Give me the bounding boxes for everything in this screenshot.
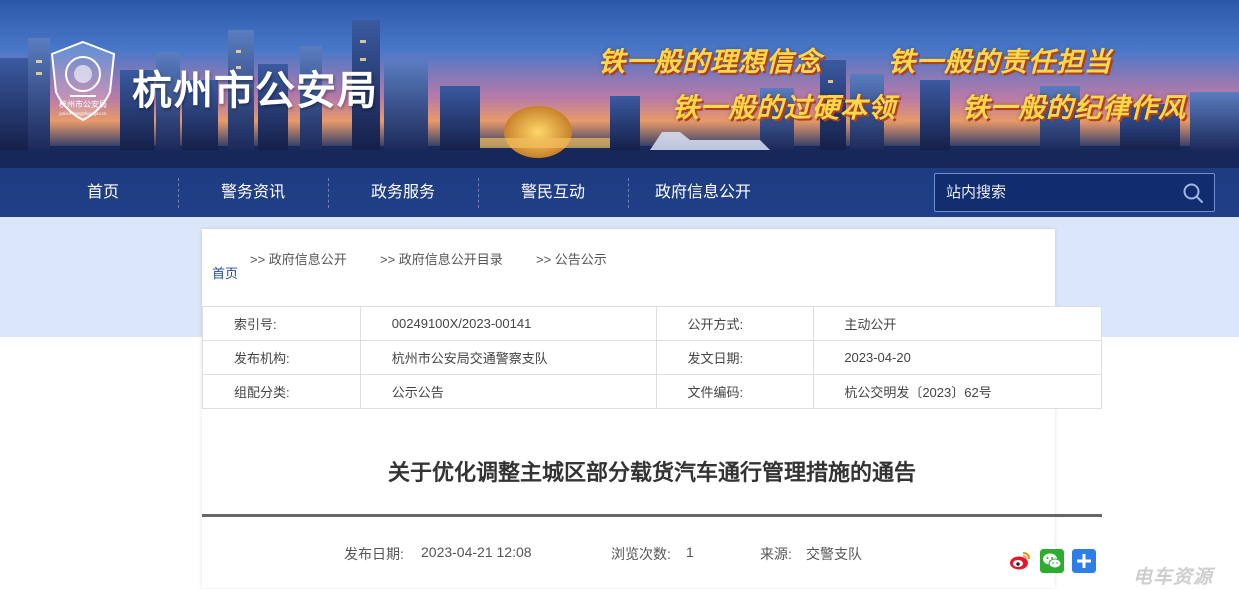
nav-divider	[178, 178, 179, 208]
breadcrumb-gov-info-link[interactable]: >> 政府信息公开	[250, 249, 347, 268]
slogan-responsibility: 铁一般的责任担当	[888, 47, 1112, 78]
index-label: 索引号:	[202, 306, 361, 341]
table-row: 发布机构: 杭州市公安局交通警察支队 发文日期: 2023-04-20	[202, 340, 1102, 375]
watermark: 电车资源	[1133, 566, 1214, 588]
nav-divider	[628, 178, 629, 208]
more-share-icon[interactable]	[1072, 549, 1096, 573]
view-count-label: 浏览次数:	[611, 546, 671, 562]
police-emblem-icon: 杭州市公安局 police.hangzhou.gov.cn	[50, 40, 116, 122]
source-label: 来源:	[760, 546, 792, 562]
table-row: 组配分类: 公示公告 文件编码: 杭公交明发〔2023〕62号	[202, 374, 1102, 409]
table-row: 索引号: 00249100X/2023-00141 公开方式: 主动公开	[202, 306, 1102, 341]
disclosure-label: 公开方式:	[655, 306, 815, 341]
publisher-value: 杭州市公安局交通警察支队	[359, 340, 657, 375]
publish-date-label: 发布日期:	[344, 546, 404, 562]
search-input[interactable]	[935, 174, 1176, 211]
category-label: 组配分类:	[202, 374, 361, 409]
document-info-table: 索引号: 00249100X/2023-00141 公开方式: 主动公开 发布机…	[202, 306, 1102, 409]
publisher-label: 发布机构:	[202, 340, 361, 375]
slogan-discipline: 铁一般的纪律作风	[962, 93, 1186, 124]
doc-number-value: 杭公交明发〔2023〕62号	[813, 374, 1102, 409]
emblem-subtext: police.hangzhou.gov.cn	[59, 111, 107, 116]
nav-item-gov-services[interactable]: 政务服务	[352, 168, 454, 217]
breadcrumb-catalog-link[interactable]: >> 政府信息公开目录	[380, 249, 503, 268]
article-title: 关于优化调整主城区部分载货汽车通行管理措施的通告	[387, 461, 916, 486]
source-value: 交警支队	[806, 546, 862, 562]
search-icon[interactable]	[1182, 182, 1204, 204]
nav-item-home[interactable]: 首页	[52, 168, 154, 217]
slogan-ideals: 铁一般的理想信念	[598, 47, 822, 78]
breadcrumb-home-link[interactable]: 首页	[212, 263, 238, 282]
site-title: 杭州市公安局	[132, 68, 378, 114]
nav-item-gov-info[interactable]: 政府信息公开	[644, 168, 762, 217]
weibo-share-icon[interactable]	[1008, 549, 1032, 573]
doc-number-label: 文件编码:	[655, 374, 815, 409]
header-banner: 杭州市公安局 police.hangzhou.gov.cn 杭州市公安局 铁一般…	[0, 0, 1239, 168]
title-divider	[202, 514, 1102, 517]
issue-date-label: 发文日期:	[655, 340, 815, 375]
publish-date-value: 2023-04-21 12:08	[421, 544, 532, 560]
slogan-skills: 铁一般的过硬本领	[672, 93, 896, 124]
main-nav: 首页 警务资讯 政务服务 警民互动 政府信息公开	[0, 168, 1239, 217]
index-value: 00249100X/2023-00141	[359, 306, 657, 341]
site-search	[934, 173, 1215, 212]
nav-divider	[328, 178, 329, 208]
nav-divider	[478, 178, 479, 208]
wechat-share-icon[interactable]	[1040, 549, 1064, 573]
category-value: 公示公告	[359, 374, 657, 409]
nav-item-police-news[interactable]: 警务资讯	[202, 168, 304, 217]
view-count-value: 1	[686, 544, 694, 560]
issue-date-value: 2023-04-20	[813, 340, 1102, 375]
emblem-text: 杭州市公安局	[59, 99, 107, 109]
disclosure-value: 主动公开	[813, 306, 1102, 341]
nav-item-interaction[interactable]: 警民互动	[502, 168, 604, 217]
breadcrumb-notices-link[interactable]: >> 公告公示	[536, 249, 607, 268]
